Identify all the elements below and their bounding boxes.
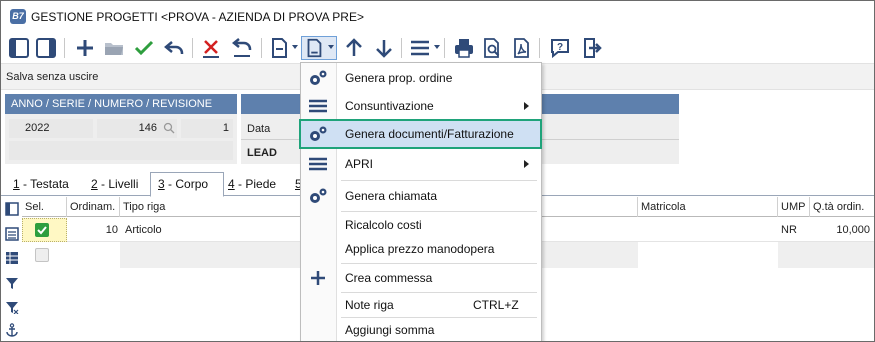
- chevron-right-icon: [524, 102, 529, 110]
- panel-left-icon[interactable]: [7, 36, 31, 60]
- toolbar-divider: [261, 38, 262, 58]
- cell-qta[interactable]: 10,000: [810, 218, 870, 242]
- grid-view-icon[interactable]: [5, 202, 19, 216]
- menu-separator: [341, 263, 537, 264]
- cell-tipo-riga[interactable]: Articolo: [125, 218, 162, 242]
- title-bar: B7 GESTIONE PROGETTI <PROVA - AZIENDA DI…: [1, 1, 874, 32]
- document-dropdown-menu: Genera prop. ordine Consuntivazione APRI: [300, 62, 542, 341]
- row-checkbox[interactable]: [35, 223, 49, 237]
- tab-corpo[interactable]: 3 - Corpo: [158, 177, 208, 191]
- svg-text:?: ?: [557, 42, 563, 53]
- cell-ump-empty[interactable]: [778, 242, 874, 268]
- panel-right-icon[interactable]: [34, 36, 58, 60]
- menu-item-label: Genera prop. ordine: [345, 71, 453, 85]
- gears-icon: [307, 186, 329, 206]
- menu-item-aggiungi-somma[interactable]: Aggiungi somma: [301, 317, 541, 341]
- revert-icon[interactable]: [230, 36, 254, 60]
- column-header-matricola[interactable]: Matricola: [638, 197, 778, 217]
- list-view-icon[interactable]: [5, 227, 19, 241]
- arrow-down-icon[interactable]: [372, 36, 396, 60]
- menu-item-ricalcolo-costi[interactable]: Ricalcolo costi: [301, 212, 541, 238]
- menu-item-highlight[interactable]: Genera documenti/Fatturazione: [299, 119, 542, 149]
- cell-ordinam[interactable]: 10: [67, 218, 118, 242]
- plus-icon[interactable]: [73, 36, 97, 60]
- menu-item-apri[interactable]: APRI: [301, 151, 541, 177]
- anno-extra-field: [9, 141, 233, 160]
- plus-icon: [307, 268, 329, 288]
- chevron-down-icon[interactable]: [434, 45, 440, 49]
- cell-ump[interactable]: NR: [781, 218, 797, 242]
- column-header-ordinam[interactable]: Ordinam.: [67, 197, 120, 217]
- search-icon[interactable]: [163, 122, 175, 134]
- table-icon[interactable]: [5, 251, 19, 265]
- tab-piede[interactable]: 4 - Piede: [228, 177, 276, 191]
- toolbar-divider: [192, 38, 193, 58]
- app-logo-icon: B7: [10, 9, 26, 24]
- menu-separator: [341, 180, 537, 181]
- arrow-up-icon[interactable]: [342, 36, 366, 60]
- anno-panel-header: ANNO / SERIE / NUMERO / REVISIONE: [5, 94, 237, 114]
- menu-item-shortcut: CTRL+Z: [473, 298, 519, 312]
- exit-icon[interactable]: [579, 36, 603, 60]
- filter-icon[interactable]: [5, 276, 19, 290]
- chevron-down-icon[interactable]: [328, 45, 334, 49]
- tab-livelli[interactable]: 2 - Livelli: [91, 177, 138, 191]
- gears-icon: [307, 124, 329, 144]
- menu-item-label: Applica prezzo manodopera: [345, 242, 495, 256]
- toolbar-divider: [401, 38, 402, 58]
- menu-item-consuntivazione[interactable]: Consuntivazione: [301, 93, 541, 119]
- revisione-field[interactable]: 1: [181, 119, 233, 138]
- toolbar-divider: [64, 38, 65, 58]
- column-header-qta[interactable]: Q.tà ordin.: [810, 197, 874, 217]
- help-icon[interactable]: ?: [548, 36, 572, 60]
- preview-icon[interactable]: [480, 36, 504, 60]
- lead-label: LEAD: [247, 147, 277, 159]
- check-icon: [37, 226, 47, 235]
- chevron-down-icon[interactable]: [292, 45, 298, 49]
- anchor-icon[interactable]: [5, 323, 19, 337]
- menu-item-crea-commessa[interactable]: Crea commessa: [301, 265, 541, 291]
- menu-icon: [307, 96, 329, 116]
- menu-item-label: Genera chiamata: [345, 189, 438, 203]
- data-label: Data: [247, 123, 271, 135]
- toolbar-divider: [444, 38, 445, 58]
- folder-icon[interactable]: [102, 36, 126, 60]
- menu-item-label: Aggiungi somma: [345, 323, 435, 337]
- column-header-ump[interactable]: UMP: [778, 197, 810, 217]
- gears-icon: [307, 68, 329, 88]
- menu-item-label: Crea commessa: [345, 271, 433, 285]
- column-header-sel[interactable]: Sel.: [22, 197, 67, 217]
- status-text: Salva senza uscire: [6, 71, 99, 83]
- anno-field[interactable]: 2022: [9, 119, 93, 138]
- menu-icon[interactable]: [408, 36, 432, 60]
- document-icon[interactable]: [267, 36, 291, 60]
- tab-testata[interactable]: 1 - Testata: [13, 177, 69, 191]
- menu-icon: [307, 154, 329, 174]
- menu-item-label: Note riga: [345, 298, 394, 312]
- row-checkbox[interactable]: [35, 248, 49, 262]
- menu-item-label: Consuntivazione: [345, 99, 434, 113]
- chevron-right-icon: [524, 160, 529, 168]
- cancel-icon[interactable]: [199, 36, 223, 60]
- print-icon[interactable]: [452, 36, 476, 60]
- app-window: B7 GESTIONE PROGETTI <PROVA - AZIENDA DI…: [0, 0, 875, 342]
- filter-clear-icon[interactable]: [5, 300, 19, 315]
- menu-item-note-riga[interactable]: Note riga CTRL+Z: [301, 292, 541, 318]
- menu-item-label: APRI: [345, 157, 374, 171]
- pdf-icon[interactable]: [510, 36, 534, 60]
- menu-item-genera-prop-ordine[interactable]: Genera prop. ordine: [301, 65, 541, 91]
- toolbar-divider: [539, 38, 540, 58]
- window-title: GESTIONE PROGETTI <PROVA - AZIENDA DI PR…: [31, 10, 364, 24]
- main-toolbar: ?: [1, 32, 874, 63]
- menu-item-label: Ricalcolo costi: [345, 218, 422, 232]
- menu-item-label: Genera documenti/Fatturazione: [345, 127, 514, 141]
- menu-item-applica-prezzo[interactable]: Applica prezzo manodopera: [301, 236, 541, 262]
- check-icon[interactable]: [132, 36, 156, 60]
- menu-item-genera-chiamata[interactable]: Genera chiamata: [301, 183, 541, 209]
- undo-icon[interactable]: [162, 36, 186, 60]
